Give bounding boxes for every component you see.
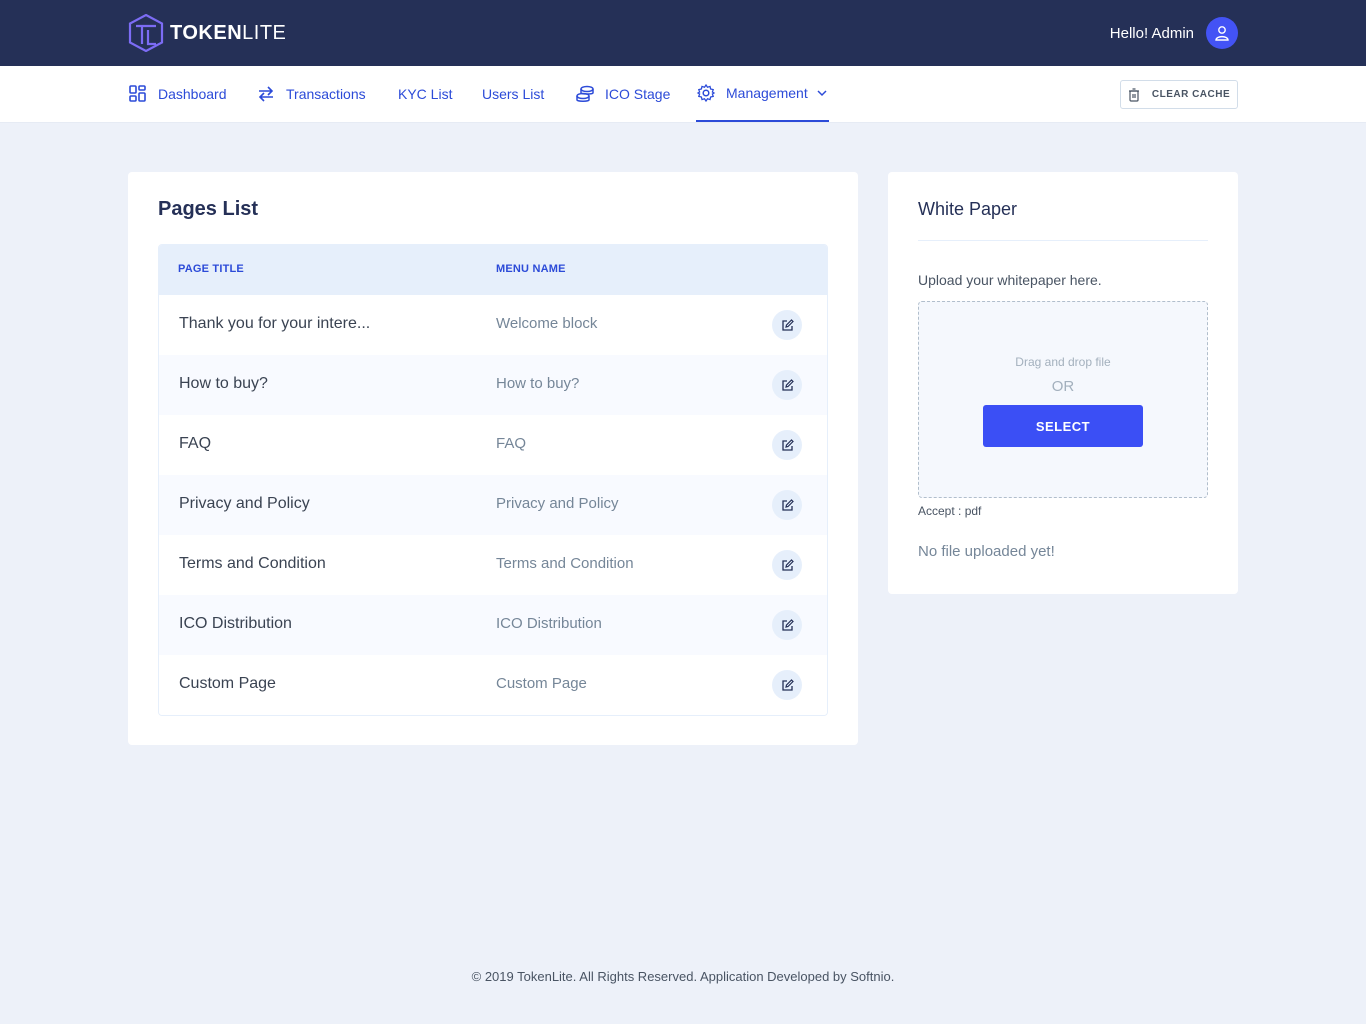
footer-copyright: © 2019 TokenLite. All Rights Reserved. A…: [471, 969, 895, 984]
user-icon: [1215, 26, 1229, 41]
edit-button[interactable]: [772, 310, 802, 340]
white-paper-title: White Paper: [918, 199, 1018, 219]
nav-ico-stage[interactable]: ICO Stage: [575, 66, 670, 122]
menu-name-cell: Welcome block: [496, 315, 598, 332]
page-title-cell: Thank you for your intere...: [179, 315, 371, 332]
or-text: OR: [1051, 378, 1075, 395]
nav-management-label: Management: [726, 85, 808, 101]
select-file-button[interactable]: SELECT: [983, 405, 1143, 447]
column-header-page-title: PAGE TITLE: [178, 263, 244, 275]
edit-icon: [781, 678, 794, 691]
page-title-cell: Terms and Condition: [179, 555, 326, 572]
dashboard-icon: [129, 85, 146, 102]
main-nav: Dashboard Transactions KYC List Users Li…: [0, 66, 1366, 123]
nav-kyc-list-label: KYC List: [398, 86, 453, 102]
nav-users-list[interactable]: Users List: [482, 66, 544, 122]
page-title-cell: ICO Distribution: [179, 615, 292, 632]
menu-name-cell: Custom Page: [496, 675, 587, 692]
table-row: Custom Page Custom Page: [159, 655, 827, 715]
divider: [918, 240, 1208, 241]
chevron-down-icon: [817, 90, 827, 97]
gear-icon: [696, 83, 716, 103]
user-menu[interactable]: Hello! Admin: [1110, 17, 1238, 49]
coins-icon: [576, 85, 594, 102]
edit-icon: [781, 618, 794, 631]
clear-cache-label: CLEAR CACHE: [1151, 89, 1231, 100]
nav-users-list-label: Users List: [482, 86, 545, 102]
edit-button[interactable]: [772, 610, 802, 640]
table-row: ICO Distribution ICO Distribution: [159, 595, 827, 655]
accept-format-text: Accept : pdf: [918, 504, 982, 518]
edit-button[interactable]: [772, 430, 802, 460]
brand-name: TOKENLITE: [170, 21, 287, 44]
nav-dashboard-label: Dashboard: [158, 86, 227, 102]
table-row: Thank you for your intere... Welcome blo…: [159, 295, 827, 355]
edit-icon: [781, 378, 794, 391]
brand-logo[interactable]: TOKENLITE: [128, 14, 286, 52]
menu-name-cell: ICO Distribution: [496, 615, 602, 632]
menu-name-cell: FAQ: [496, 435, 527, 452]
edit-button[interactable]: [772, 550, 802, 580]
nav-kyc-list[interactable]: KYC List: [398, 66, 452, 122]
drag-drop-text: Drag and drop file: [1015, 355, 1111, 369]
table-row: Privacy and Policy Privacy and Policy: [159, 475, 827, 535]
edit-icon: [781, 318, 794, 331]
pages-list-card: Pages List PAGE TITLE MENU NAME Thank yo…: [128, 172, 858, 745]
page-title-cell: Custom Page: [179, 675, 276, 692]
edit-icon: [781, 438, 794, 451]
page-title-cell: FAQ: [179, 435, 212, 452]
clear-cache-button[interactable]: CLEAR CACHE: [1120, 80, 1238, 109]
table-body: Thank you for your intere... Welcome blo…: [159, 295, 827, 715]
upload-status-text: No file uploaded yet!: [918, 543, 1055, 560]
column-header-menu-name: MENU NAME: [496, 263, 566, 275]
nav-dashboard[interactable]: Dashboard: [128, 66, 227, 122]
top-header: TOKENLITE Hello! Admin: [0, 0, 1366, 66]
avatar[interactable]: [1206, 17, 1238, 49]
edit-icon: [781, 498, 794, 511]
pages-table: PAGE TITLE MENU NAME Thank you for your …: [158, 244, 828, 716]
upload-label: Upload your whitepaper here.: [918, 272, 1102, 288]
nav-transactions-label: Transactions: [286, 86, 366, 102]
greeting-text: Hello! Admin: [1109, 24, 1194, 42]
table-row: How to buy? How to buy?: [159, 355, 827, 415]
file-dropzone[interactable]: Drag and drop file OR SELECT: [918, 301, 1208, 498]
page-title-cell: How to buy?: [179, 375, 268, 392]
edit-icon: [781, 558, 794, 571]
nav-management[interactable]: Management: [696, 66, 829, 122]
table-row: FAQ FAQ: [159, 415, 827, 475]
menu-name-cell: Terms and Condition: [496, 555, 634, 572]
trash-icon: [1128, 87, 1139, 102]
edit-button[interactable]: [772, 490, 802, 520]
menu-name-cell: Privacy and Policy: [496, 495, 619, 512]
pages-list-title: Pages List: [158, 198, 259, 220]
table-header: PAGE TITLE MENU NAME: [159, 245, 827, 295]
table-row: Terms and Condition Terms and Condition: [159, 535, 827, 595]
page-title-cell: Privacy and Policy: [179, 495, 310, 512]
menu-name-cell: How to buy?: [496, 375, 580, 392]
transfer-icon: [258, 86, 274, 102]
nav-transactions[interactable]: Transactions: [256, 66, 366, 122]
nav-ico-stage-label: ICO Stage: [605, 86, 671, 102]
edit-button[interactable]: [772, 670, 802, 700]
white-paper-card: White Paper Upload your whitepaper here.…: [888, 172, 1238, 594]
edit-button[interactable]: [772, 370, 802, 400]
logo-icon: [128, 14, 164, 52]
